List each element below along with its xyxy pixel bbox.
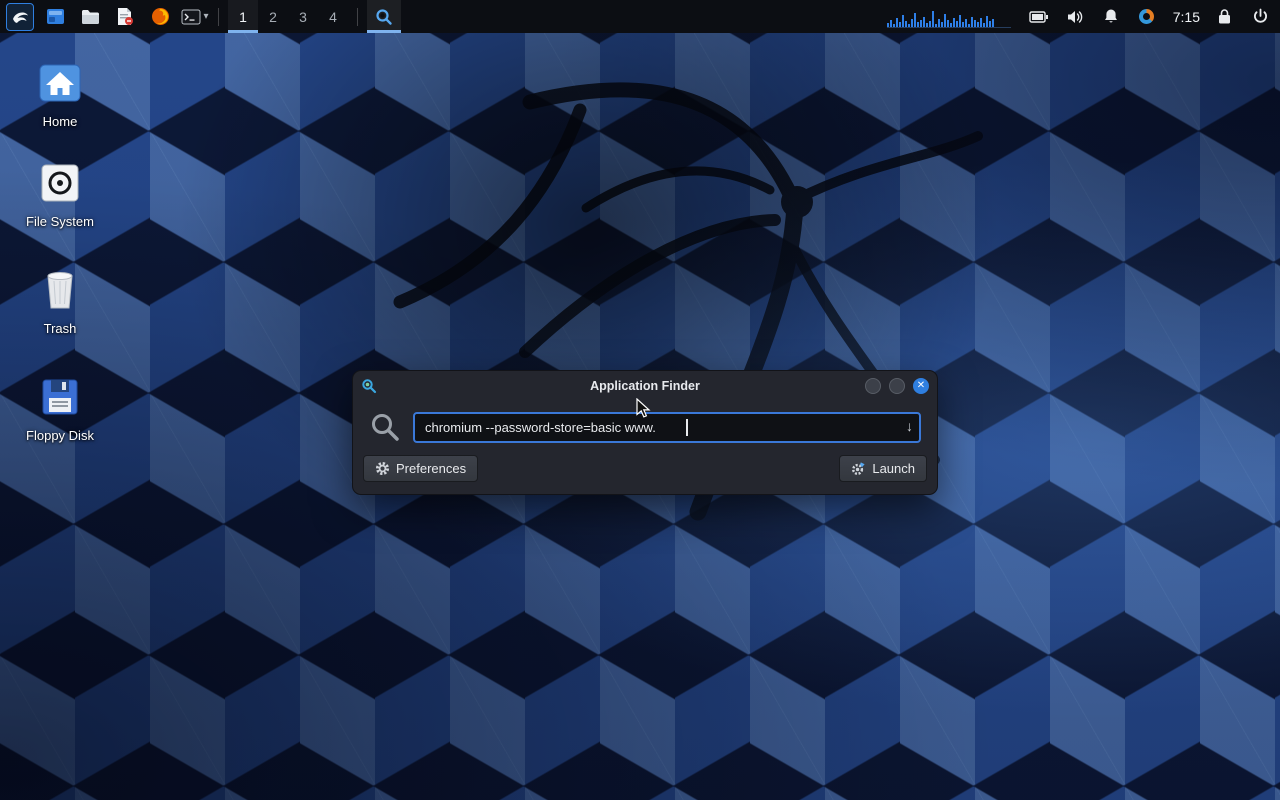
maximize-button[interactable] bbox=[889, 378, 905, 394]
document-icon bbox=[116, 7, 134, 26]
terminal-icon bbox=[181, 9, 201, 25]
drive-icon bbox=[38, 161, 82, 205]
home-icon bbox=[37, 62, 83, 104]
panel-separator bbox=[218, 8, 219, 26]
terminal-launcher[interactable]: ▾ bbox=[181, 3, 209, 31]
desktop-icon-label: Trash bbox=[12, 321, 108, 336]
folder-icon bbox=[81, 9, 100, 25]
notifications-indicator[interactable] bbox=[1097, 3, 1125, 31]
battery-icon bbox=[1029, 11, 1049, 23]
desktop-icon-home[interactable]: Home bbox=[12, 58, 108, 129]
top-panel: ▾ 1 2 3 4 bbox=[0, 0, 1280, 33]
window-title: Application Finder bbox=[353, 379, 937, 393]
app-finder-task-icon bbox=[375, 8, 393, 26]
text-caret bbox=[686, 419, 688, 436]
desktop-icon-label: Floppy Disk bbox=[12, 428, 108, 443]
gear-icon bbox=[375, 461, 390, 476]
panel-separator bbox=[357, 8, 358, 26]
launch-button[interactable]: Launch bbox=[839, 455, 927, 482]
mouse-cursor bbox=[636, 398, 652, 420]
floppy-icon bbox=[39, 376, 81, 418]
task-button-application-finder[interactable] bbox=[367, 0, 401, 33]
text-editor-launcher[interactable] bbox=[111, 3, 139, 31]
workspace-1[interactable]: 1 bbox=[228, 0, 258, 33]
window-titlebar[interactable]: Application Finder ✕ bbox=[353, 371, 937, 401]
settings-app-icon bbox=[46, 7, 65, 26]
desktop: ▾ 1 2 3 4 bbox=[0, 0, 1280, 800]
firefox-launcher[interactable] bbox=[146, 3, 174, 31]
dropdown-arrow-icon[interactable]: ↓ bbox=[906, 418, 913, 434]
desktop-icon-file-system[interactable]: File System bbox=[12, 158, 108, 229]
window-app-icon bbox=[361, 378, 377, 394]
volume-indicator[interactable] bbox=[1061, 3, 1089, 31]
battery-indicator[interactable] bbox=[1025, 3, 1053, 31]
desktop-icon-floppy-disk[interactable]: Floppy Disk bbox=[12, 372, 108, 443]
updates-indicator[interactable] bbox=[1133, 3, 1161, 31]
lock-icon bbox=[1217, 8, 1232, 25]
command-input[interactable] bbox=[413, 412, 921, 443]
kali-logo-icon bbox=[10, 7, 30, 27]
logout-button[interactable] bbox=[1246, 3, 1274, 31]
workspace-2[interactable]: 2 bbox=[258, 0, 288, 33]
minimize-button[interactable] bbox=[865, 378, 881, 394]
desktop-icon-trash[interactable]: Trash bbox=[12, 265, 108, 336]
cpu-graph[interactable] bbox=[887, 6, 1011, 28]
workspace-3[interactable]: 3 bbox=[288, 0, 318, 33]
updates-icon bbox=[1139, 9, 1154, 24]
screen-lock-indicator[interactable] bbox=[1210, 3, 1238, 31]
application-finder-window: Application Finder ✕ ↓ bbox=[352, 370, 938, 495]
kali-menu-button[interactable] bbox=[6, 3, 34, 31]
file-manager-launcher[interactable] bbox=[76, 3, 104, 31]
firefox-icon bbox=[151, 7, 170, 26]
desktop-icon-label: File System bbox=[12, 214, 108, 229]
settings-app-launcher[interactable] bbox=[41, 3, 69, 31]
clock[interactable]: 7:15 bbox=[1173, 9, 1200, 25]
desktop-icon-label: Home bbox=[12, 114, 108, 129]
chevron-down-icon: ▾ bbox=[203, 11, 208, 22]
launch-icon bbox=[851, 461, 866, 476]
preferences-button[interactable]: Preferences bbox=[363, 455, 478, 482]
workspace-4[interactable]: 4 bbox=[318, 0, 348, 33]
power-icon bbox=[1252, 8, 1269, 25]
close-button[interactable]: ✕ bbox=[913, 378, 929, 394]
search-icon bbox=[369, 411, 401, 443]
close-icon: ✕ bbox=[917, 381, 925, 391]
bell-icon bbox=[1103, 8, 1119, 25]
speaker-icon bbox=[1066, 9, 1084, 25]
trash-icon bbox=[40, 268, 80, 312]
